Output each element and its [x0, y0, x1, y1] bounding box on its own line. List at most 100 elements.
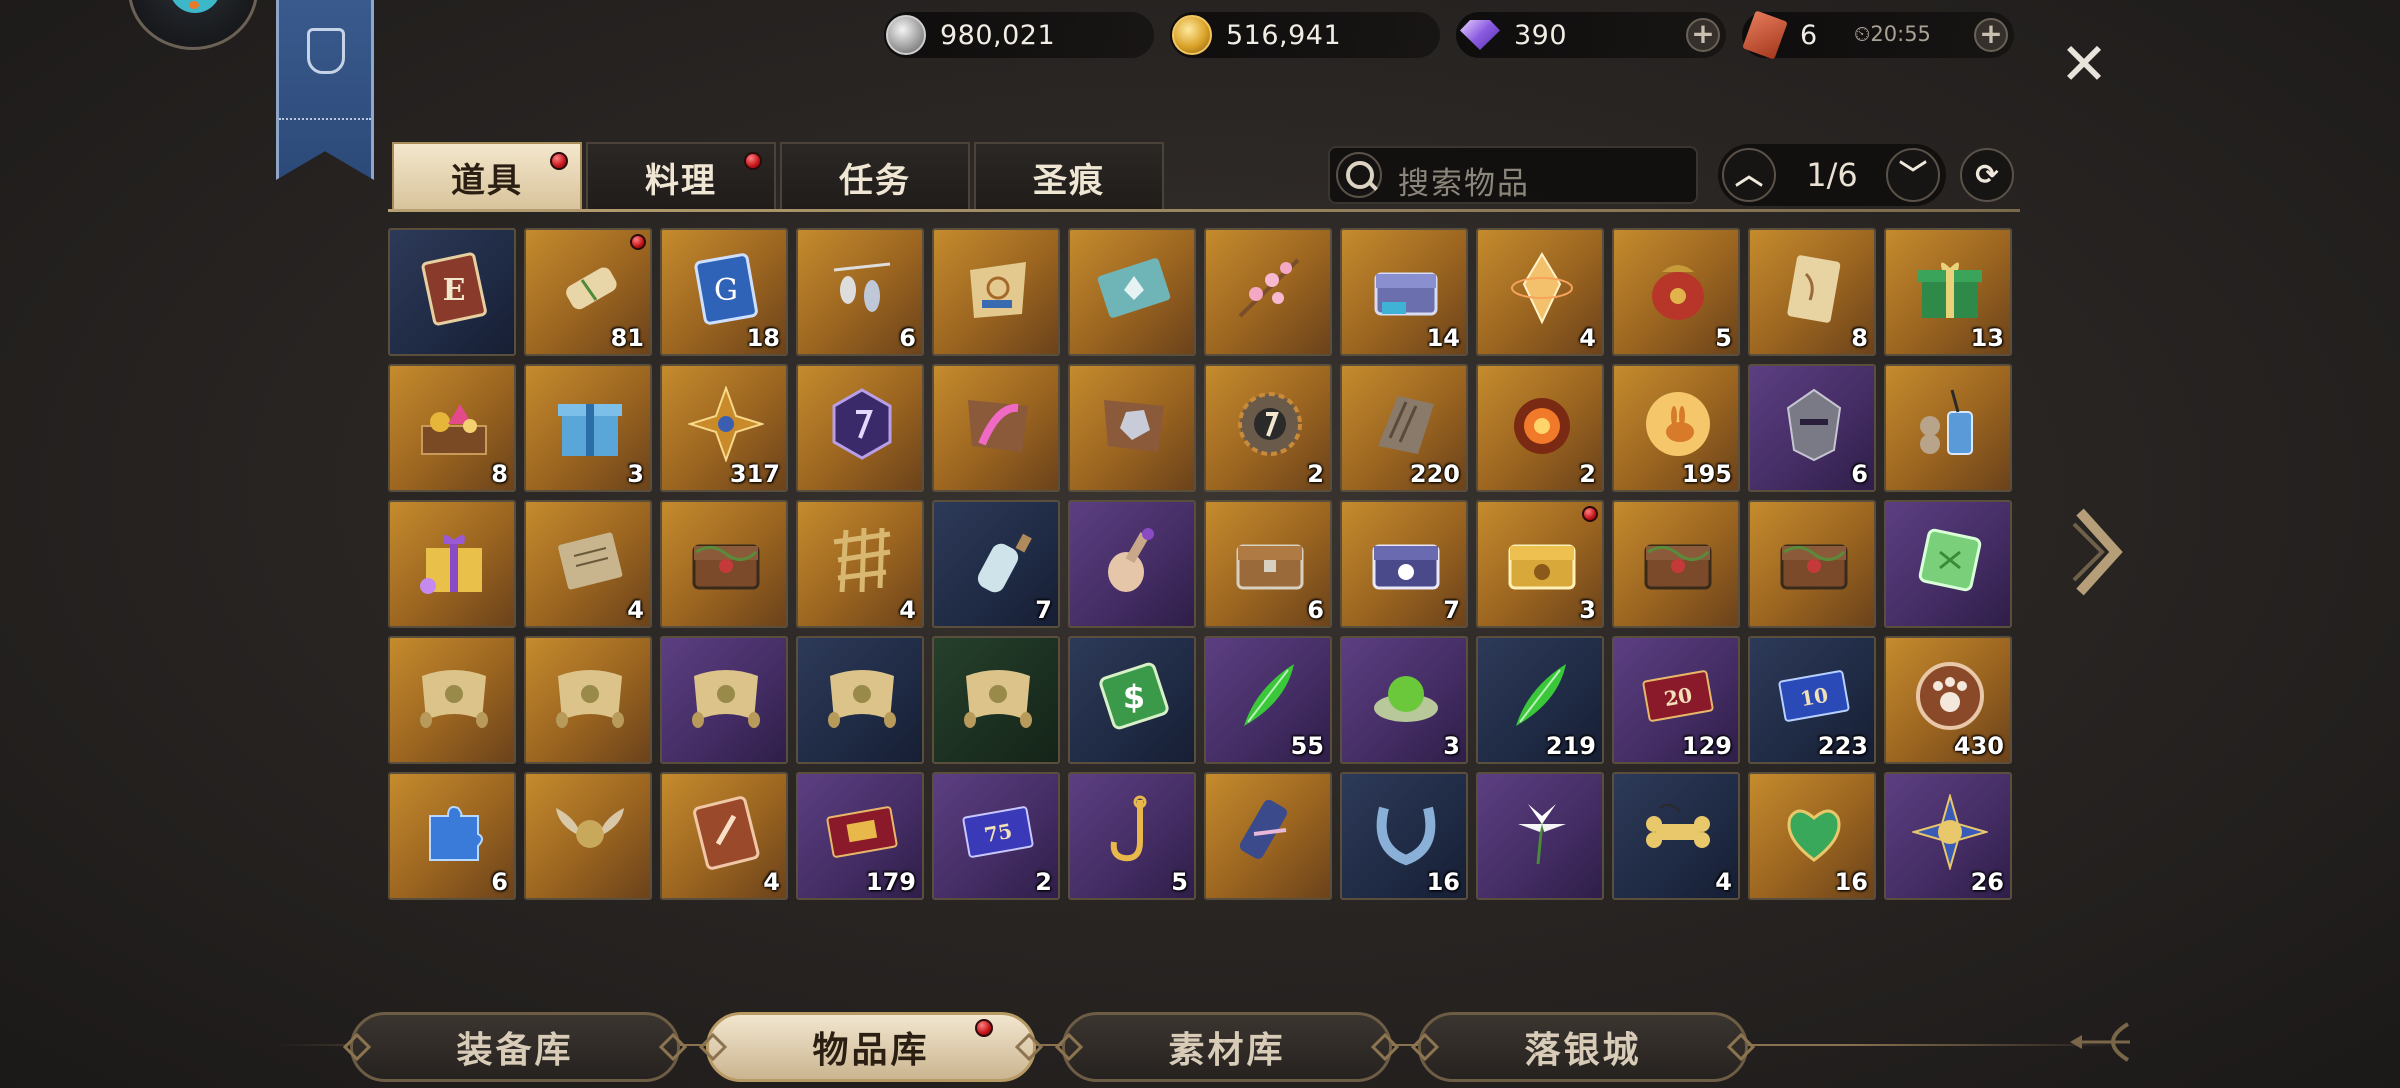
inventory-slot[interactable]: 2: [1476, 364, 1604, 492]
inventory-slot[interactable]: [388, 636, 516, 764]
inventory-slot[interactable]: [388, 500, 516, 628]
inventory-slot[interactable]: 3: [524, 364, 652, 492]
inventory-slot[interactable]: [932, 364, 1060, 492]
add-gems-button[interactable]: +: [1686, 18, 1720, 52]
inventory-slot[interactable]: 2: [1204, 364, 1332, 492]
player-avatar[interactable]: [128, 0, 258, 50]
inventory-slot[interactable]: 16: [1748, 772, 1876, 900]
inventory-slot[interactable]: 6: [796, 228, 924, 356]
inventory-slot[interactable]: [932, 228, 1060, 356]
ticket-icon: [1742, 10, 1788, 60]
inventory-slot[interactable]: 3: [1340, 636, 1468, 764]
search-icon[interactable]: [1336, 152, 1382, 198]
inventory-slot[interactable]: [1884, 364, 2012, 492]
item-quantity: 81: [610, 324, 644, 352]
item-quantity: 5: [1171, 868, 1188, 896]
add-tickets-button[interactable]: +: [1974, 18, 2008, 52]
inventory-slot[interactable]: [1068, 364, 1196, 492]
inventory-slot[interactable]: [1068, 228, 1196, 356]
ticket-timer-value: 20:55: [1870, 22, 1931, 46]
vine-chest-icon: [1644, 544, 1712, 590]
boot-card-icon: [693, 796, 760, 870]
inventory-slot[interactable]: 10 223: [1748, 636, 1876, 764]
nav-silver-city[interactable]: 落银城: [1410, 1012, 1756, 1082]
inventory-slot[interactable]: 14: [1340, 228, 1468, 356]
inventory-slot[interactable]: [932, 636, 1060, 764]
inventory-slot[interactable]: 179: [796, 772, 924, 900]
inventory-slot[interactable]: 75 2: [932, 772, 1060, 900]
item-quantity: 430: [1953, 732, 2004, 760]
inventory-slot[interactable]: 3: [1476, 500, 1604, 628]
inventory-slot[interactable]: 430: [1884, 636, 2012, 764]
inventory-slot[interactable]: 6: [1204, 500, 1332, 628]
item-quantity: 26: [1970, 868, 2004, 896]
inventory-slot[interactable]: 4: [796, 500, 924, 628]
inventory-slot[interactable]: [1476, 772, 1604, 900]
item-quantity: 223: [1817, 732, 1868, 760]
item-quantity: 5: [1715, 324, 1732, 352]
inventory-slot[interactable]: 195: [1612, 364, 1740, 492]
inventory-slot[interactable]: 4: [1476, 228, 1604, 356]
item-quantity: 4: [899, 596, 916, 624]
inventory-slot[interactable]: 317: [660, 364, 788, 492]
tab-items[interactable]: 道具: [392, 142, 582, 210]
page-down-button[interactable]: ﹀: [1886, 148, 1940, 202]
inventory-slot[interactable]: 55: [1204, 636, 1332, 764]
inventory-slot[interactable]: [524, 772, 652, 900]
close-button[interactable]: ✕: [2054, 34, 2114, 94]
ticket-value-label: 10: [1798, 683, 1830, 711]
nav-silver-city-label: 落银城: [1524, 1030, 1642, 1071]
inventory-slot[interactable]: 26: [1884, 772, 2012, 900]
nav-item-vault[interactable]: 物品库: [698, 1012, 1044, 1082]
tab-quest[interactable]: 任务: [780, 142, 970, 210]
nav-equipment-vault[interactable]: 装备库: [342, 1012, 688, 1082]
inventory-slot[interactable]: G 18: [660, 228, 788, 356]
tab-stigmata-label: 圣痕: [1033, 160, 1105, 201]
inventory-slot[interactable]: 4: [524, 500, 652, 628]
inventory-slot[interactable]: 6: [388, 772, 516, 900]
inventory-slot[interactable]: 16: [1340, 772, 1468, 900]
inventory-slot[interactable]: [1204, 228, 1332, 356]
inventory-slot[interactable]: [660, 500, 788, 628]
inventory-slot[interactable]: [1612, 500, 1740, 628]
inventory-slot[interactable]: [1068, 500, 1196, 628]
inventory-slot[interactable]: [1748, 500, 1876, 628]
inventory-slot[interactable]: [1204, 772, 1332, 900]
inventory-slot[interactable]: 7: [932, 500, 1060, 628]
inventory-slot[interactable]: [524, 636, 652, 764]
search-input[interactable]: 搜索物品: [1398, 158, 1530, 203]
tab-stigmata[interactable]: 圣痕: [974, 142, 1164, 210]
inventory-slot[interactable]: [796, 636, 924, 764]
search-box[interactable]: 搜索物品: [1328, 146, 1698, 204]
nav-material-vault[interactable]: 素材库: [1054, 1012, 1400, 1082]
tab-cooking[interactable]: 料理: [586, 142, 776, 210]
next-page-arrow-icon[interactable]: [2066, 502, 2126, 602]
inventory-slot[interactable]: [796, 364, 924, 492]
guild-banner[interactable]: [276, 0, 374, 180]
inventory-slot[interactable]: 13: [1884, 228, 2012, 356]
map-scroll-icon: [556, 670, 624, 728]
inventory-slot[interactable]: [1884, 500, 2012, 628]
inventory-slot[interactable]: 220: [1340, 364, 1468, 492]
inventory-slot[interactable]: E: [388, 228, 516, 356]
inventory-slot[interactable]: 4: [1612, 772, 1740, 900]
inventory-slot[interactable]: [660, 636, 788, 764]
green-heart-icon: [1787, 809, 1841, 862]
inventory-slot[interactable]: 20 129: [1612, 636, 1740, 764]
inventory-slot[interactable]: 5: [1068, 772, 1196, 900]
inventory-slot[interactable]: 6: [1748, 364, 1876, 492]
green-gift-icon: [1918, 262, 1982, 318]
inventory-slot[interactable]: 219: [1476, 636, 1604, 764]
inventory-slot[interactable]: 8: [388, 364, 516, 492]
page-up-button[interactable]: ︿: [1722, 148, 1776, 202]
inventory-slot[interactable]: 81: [524, 228, 652, 356]
inventory-slot[interactable]: 7: [1340, 500, 1468, 628]
cross-medal-icon: [1912, 794, 1988, 870]
inventory-slot[interactable]: 8: [1748, 228, 1876, 356]
inventory-slot[interactable]: $: [1068, 636, 1196, 764]
refresh-button[interactable]: ⟳: [1960, 148, 2014, 202]
fire-orb-icon: [1514, 398, 1570, 454]
inventory-slot[interactable]: 5: [1612, 228, 1740, 356]
item-quantity: 6: [491, 868, 508, 896]
inventory-slot[interactable]: 4: [660, 772, 788, 900]
